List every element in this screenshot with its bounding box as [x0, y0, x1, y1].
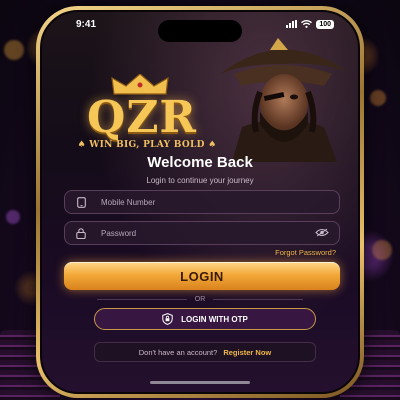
spade-icon: ♠: [204, 140, 217, 150]
register-now-link[interactable]: Register Now: [223, 348, 271, 357]
background-light: [6, 210, 20, 224]
login-button[interactable]: LOGIN: [64, 262, 340, 290]
home-indicator: [150, 381, 250, 384]
eye-icon[interactable]: [315, 228, 329, 239]
mobile-number-placeholder: Mobile Number: [101, 197, 156, 207]
brand-logo: QZR ♠ WIN BIG, PLAY BOLD ♠: [62, 74, 232, 154]
battery-icon: 100: [316, 19, 334, 29]
phone-frame: 9:41 100 QZR ♠ WIN BIG, PLAY BOLD ♠ Welc…: [36, 6, 364, 398]
spade-icon: ♠: [77, 140, 90, 150]
password-field[interactable]: Password: [64, 221, 340, 245]
status-indicators: 100: [286, 19, 334, 29]
register-prompt: Don't have an account? Register Now: [94, 342, 316, 362]
password-placeholder: Password: [101, 228, 137, 238]
otp-button-label: LOGIN WITH OTP: [181, 314, 248, 324]
page-title: Welcome Back: [147, 154, 253, 171]
no-account-text: Don't have an account?: [138, 347, 218, 357]
logo-text: QZR: [86, 92, 197, 143]
phone-screen: 9:41 100 QZR ♠ WIN BIG, PLAY BOLD ♠ Welc…: [40, 10, 360, 394]
pirate-illustration: [220, 38, 348, 162]
or-divider: OR: [42, 296, 358, 303]
phone-icon: [75, 196, 87, 208]
forgot-password-link[interactable]: Forgot Password?: [275, 248, 336, 257]
status-time: 9:41: [76, 18, 97, 30]
shield-lock-icon: [162, 313, 173, 325]
brand-tagline: ♠ WIN BIG, PLAY BOLD ♠: [77, 140, 217, 150]
wifi-icon: [301, 20, 313, 28]
login-with-otp-button[interactable]: LOGIN WITH OTP: [94, 308, 316, 330]
background-light: [370, 90, 386, 106]
mobile-number-field[interactable]: Mobile Number: [64, 190, 340, 214]
signal-icon: [286, 20, 298, 28]
lock-icon: [75, 227, 87, 239]
page-subtitle: Login to continue your journey: [146, 176, 254, 185]
background-light: [372, 240, 392, 260]
background-light: [4, 40, 24, 60]
